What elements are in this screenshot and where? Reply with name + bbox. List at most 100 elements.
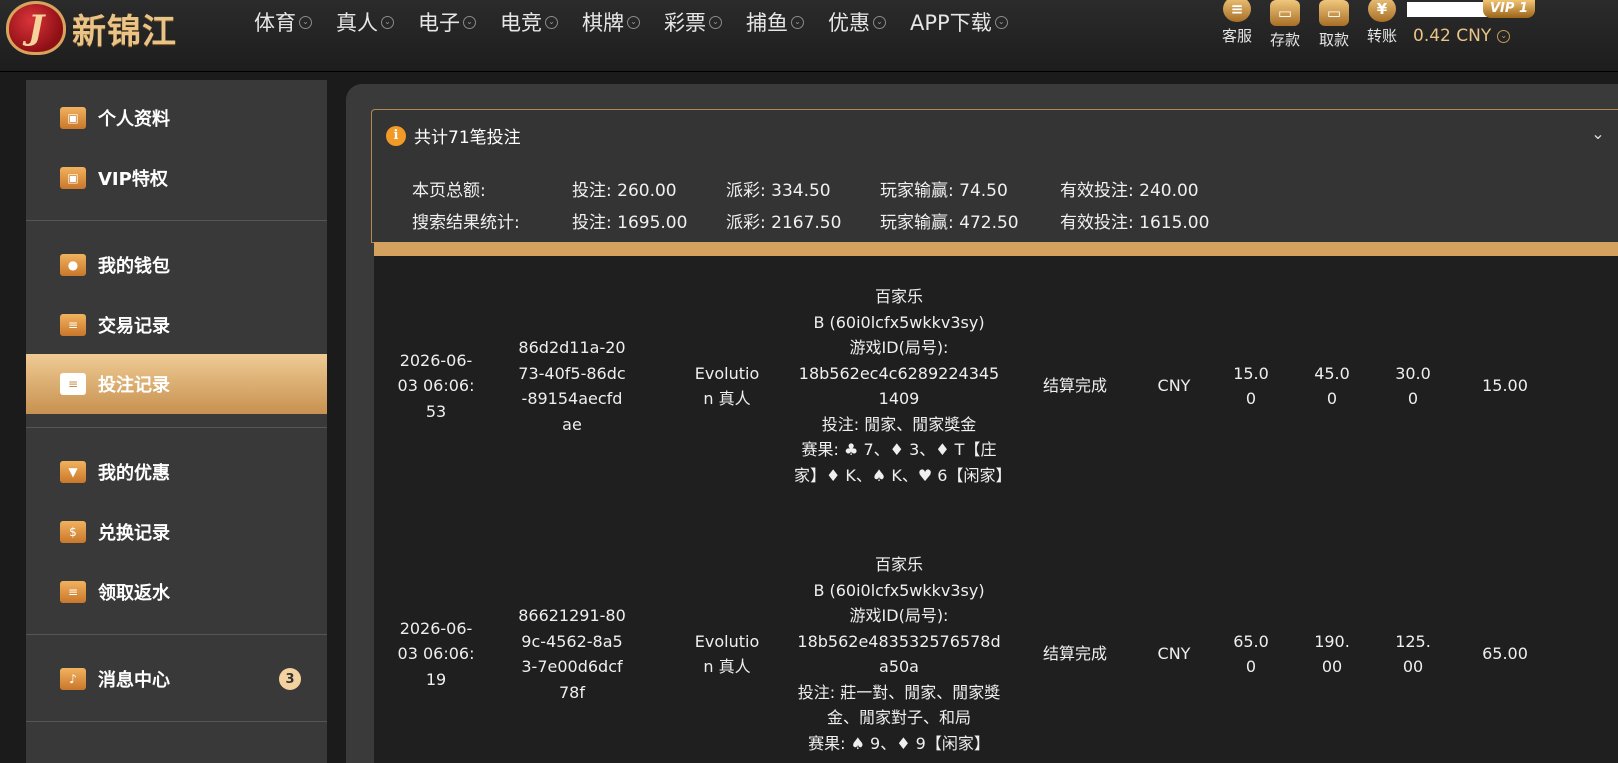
nav-sports[interactable]: 体育 ⌄ (254, 7, 312, 37)
piggy-bank-icon: ● (60, 254, 86, 276)
transfer-button[interactable]: ¥ 转账 (1359, 0, 1405, 46)
page-payout-total: 派彩: 334.50 (726, 181, 831, 201)
sidebar-item-vip[interactable]: ▣ VIP特权 (26, 148, 327, 208)
deposit-card-icon: ▭ (1270, 0, 1300, 26)
table-header-bar (374, 242, 1618, 256)
payout-amount: 45.00 (1314, 363, 1350, 409)
search-totals-label: 搜索结果统计: (412, 213, 520, 233)
winloss-amount: 30.00 (1395, 363, 1431, 409)
order-id: 86621291-809c-4562-8a53-7e00d6dcf78f (518, 606, 626, 702)
customer-service-button[interactable]: ≡ 客服 (1214, 0, 1260, 46)
info-icon: i (386, 125, 406, 146)
chevron-down-icon[interactable]: ⌄ (1588, 124, 1608, 143)
page-valid-bet-total: 有效投注: 240.00 (1060, 181, 1199, 201)
vip-level-badge[interactable]: VIP 1 (1483, 0, 1535, 18)
account-sidebar: ▣ 个人资料 ▣ VIP特权 ● 我的钱包 ≡ 交易记录 ≡ 投注记录 ▼ 我的… (26, 80, 327, 763)
bet-record-icon: ≡ (60, 373, 86, 395)
deposit-button[interactable]: ▭ 存款 (1262, 0, 1308, 50)
main-nav: 体育 ⌄ 真人 ⌄ 电子 ⌄ 电竞 ⌄ 棋牌 ⌄ 彩票 ⌄ 捕鱼 ⌄ 优惠 ⌄ APP下载 ⌄ (254, 0, 1032, 44)
search-winloss-total: 玩家输赢: 472.50 (880, 213, 1019, 233)
username-redacted[interactable] (1407, 2, 1487, 17)
chevron-down-icon: ⌄ (994, 15, 1008, 29)
vip-card-icon: ▣ (60, 167, 86, 189)
sidebar-item-redemption-records[interactable]: $ 兑换记录 (26, 502, 327, 562)
sidebar-item-label: 个人资料 (98, 109, 170, 130)
summary-header: i 共计71笔投注 (386, 123, 521, 148)
bet-status: 结算完成 (1042, 376, 1107, 396)
bet-records-table: 2026-06-03 06:06:53 86d2d11a-2073-40f5-8… (374, 256, 1618, 763)
money-bag-icon: $ (60, 521, 86, 543)
bet-amount: 65.00 (1233, 631, 1269, 677)
bet-currency: CNY (1157, 376, 1191, 396)
page-totals-label: 本页总额: (412, 181, 486, 201)
sidebar-item-my-promotions[interactable]: ▼ 我的优惠 (26, 442, 327, 502)
withdraw-button[interactable]: ▭ 取款 (1311, 0, 1357, 50)
transfer-yuan-icon: ¥ (1368, 0, 1396, 22)
search-payout-total: 派彩: 2167.50 (726, 213, 842, 233)
sidebar-divider (26, 220, 327, 221)
bet-detail: 百家乐 B (60i0lcfx5wkkv3sy) 游戏ID(局号): 18b56… (797, 555, 1001, 753)
valid-bet-amount: 65.00 (1482, 644, 1528, 664)
chevron-down-icon: ⌄ (627, 15, 640, 29)
logo-badge: J (6, 1, 66, 55)
logo-text: 新锦江 (72, 11, 177, 52)
page-winloss-total: 玩家输赢: 74.50 (880, 181, 1008, 201)
bet-status: 结算完成 (1042, 644, 1107, 664)
chevron-down-icon: ⌄ (545, 15, 558, 29)
sidebar-item-transactions[interactable]: ≡ 交易记录 (26, 295, 327, 355)
customer-service-icon: ≡ (1223, 0, 1251, 22)
nav-slots[interactable]: 电子 ⌄ (418, 7, 476, 37)
nav-cards[interactable]: 棋牌 ⌄ (582, 7, 640, 37)
sidebar-divider (26, 634, 327, 635)
chevron-down-icon: ⌄ (1497, 29, 1511, 43)
bet-time: 2026-06-03 06:06:19 (397, 618, 475, 689)
sidebar-item-rebate[interactable]: ≡ 领取返水 (26, 562, 327, 622)
sidebar-item-label: 我的钱包 (98, 256, 170, 277)
balance-amount: 0.42 CNY (1413, 26, 1492, 46)
sidebar-divider (26, 427, 327, 428)
bet-currency: CNY (1157, 644, 1191, 664)
nav-app-download[interactable]: APP下载 ⌄ (910, 7, 1008, 37)
balance-display[interactable]: 0.42 CNY ⌄ (1413, 26, 1511, 46)
sidebar-item-profile[interactable]: ▣ 个人资料 (26, 88, 327, 148)
id-card-icon: ▣ (60, 107, 86, 129)
summary-title: 共计71笔投注 (414, 128, 521, 148)
sidebar-item-label: VIP特权 (98, 169, 168, 190)
game-platform: Evolution 真人 (694, 631, 760, 677)
nav-live-casino[interactable]: 真人 ⌄ (336, 7, 394, 37)
nav-promotions[interactable]: 优惠 ⌄ (828, 7, 886, 37)
chevron-down-icon: ⌄ (873, 15, 886, 29)
game-platform: Evolution 真人 (694, 363, 760, 409)
valid-bet-amount: 15.00 (1482, 376, 1528, 396)
top-header: J 新锦江 体育 ⌄ 真人 ⌄ 电子 ⌄ 电竞 ⌄ 棋牌 ⌄ 彩票 ⌄ 捕鱼 ⌄ 优惠 ⌄ AP… (0, 0, 1618, 72)
sidebar-item-label: 投注记录 (98, 375, 170, 396)
nav-fishing[interactable]: 捕鱼 ⌄ (746, 7, 804, 37)
table-row[interactable]: 2026-06-03 06:06:19 86621291-809c-4562-8… (374, 524, 1618, 763)
page-bet-total: 投注: 260.00 (572, 181, 677, 201)
chevron-down-icon: ⌄ (791, 15, 804, 29)
bet-detail: 百家乐 B (60i0lcfx5wkkv3sy) 游戏ID(局号): 18b56… (794, 287, 1012, 485)
table-row[interactable]: 2026-06-03 06:06:53 86d2d11a-2073-40f5-8… (374, 256, 1618, 516)
bell-icon: ♪ (60, 668, 86, 690)
site-logo[interactable]: J 新锦江 (6, 0, 177, 56)
document-icon: ≡ (60, 314, 86, 336)
sidebar-item-bet-records[interactable]: ≡ 投注记录 (26, 354, 327, 414)
search-valid-bet-total: 有效投注: 1615.00 (1060, 213, 1210, 233)
payout-amount: 190.00 (1314, 631, 1350, 677)
message-count-badge: 3 (279, 668, 301, 690)
bet-records-panel: i 共计71笔投注 ⌄ 本页总额: 投注: 260.00 派彩: 334.50 … (346, 84, 1618, 763)
gift-bag-icon: ▼ (60, 461, 86, 483)
nav-lottery[interactable]: 彩票 ⌄ (664, 7, 722, 37)
winloss-amount: 125.00 (1395, 631, 1431, 677)
sidebar-divider (26, 721, 327, 722)
rebate-doc-icon: ≡ (60, 581, 86, 603)
sidebar-item-messages[interactable]: ♪ 消息中心 3 (26, 649, 327, 709)
chevron-down-icon: ⌄ (463, 15, 476, 29)
sidebar-item-label: 交易记录 (98, 316, 170, 337)
sidebar-item-label: 兑换记录 (98, 523, 170, 544)
withdraw-card-icon: ▭ (1319, 0, 1349, 26)
chevron-down-icon: ⌄ (709, 15, 722, 29)
nav-esports[interactable]: 电竞 ⌄ (500, 7, 558, 37)
chevron-down-icon: ⌄ (381, 15, 394, 29)
sidebar-item-wallet[interactable]: ● 我的钱包 (26, 235, 327, 295)
